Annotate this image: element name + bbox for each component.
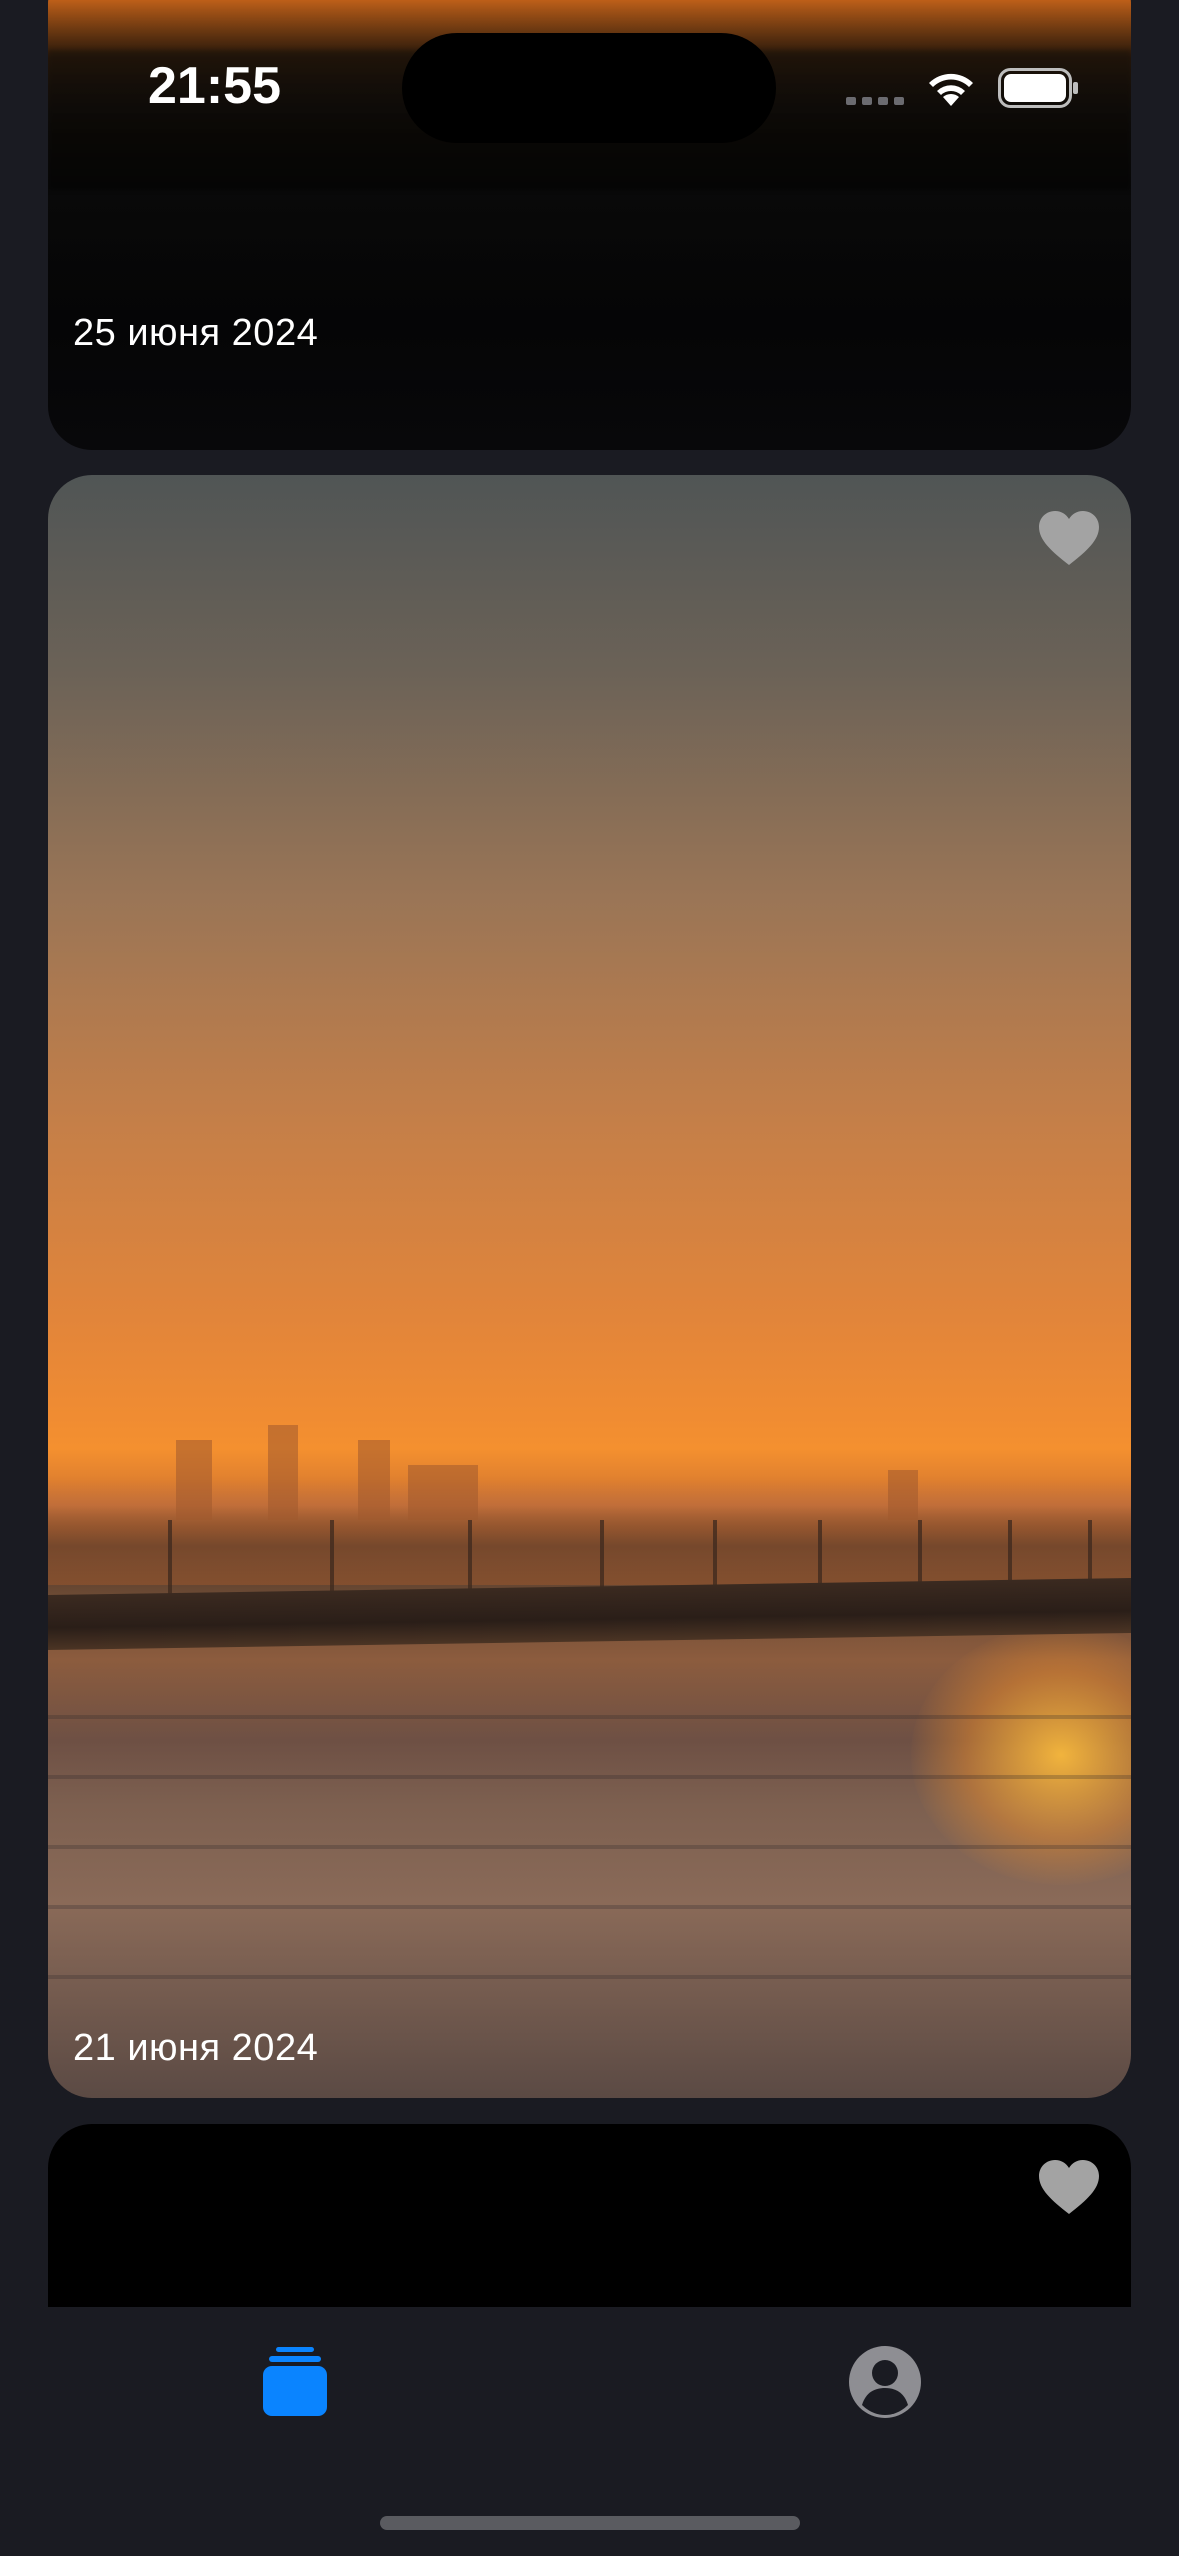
person-circle-icon[interactable] [848,2345,922,2419]
photo-building [408,1465,478,1520]
home-indicator[interactable] [380,2516,800,2530]
wifi-icon [929,73,973,106]
water-ripple [48,1715,1131,1719]
photo-building [176,1440,212,1520]
status-time: 21:55 [148,57,281,115]
card-date-label: 25 июня 2024 [73,312,319,354]
photo-pier [48,1577,1131,1650]
photo-building [358,1440,390,1520]
pier-lamp [330,1520,334,1600]
water-ripple [48,1975,1131,1979]
heart-icon[interactable] [1037,2158,1101,2216]
water-ripple [48,1905,1131,1909]
photo-building [268,1425,298,1520]
water-ripple [48,1775,1131,1779]
water-ripple [48,1845,1131,1849]
photo-building [888,1470,918,1520]
stack-icon[interactable] [262,2345,328,2417]
card-date-label: 21 июня 2024 [73,2027,319,2069]
cellular-signal-icon [846,97,904,105]
battery-icon [998,68,1078,108]
dynamic-island [402,33,776,143]
heart-icon[interactable] [1037,509,1101,567]
feed-card-2[interactable]: 21 июня 2024 [48,475,1131,2098]
pier-lamp [168,1520,172,1600]
